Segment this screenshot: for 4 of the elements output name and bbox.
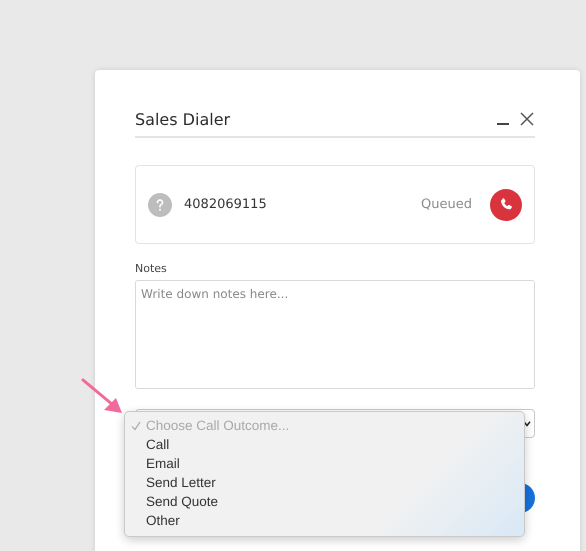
notes-label: Notes (135, 262, 168, 275)
dialog-title: Sales Dialer (135, 110, 232, 128)
phone-number: 4082069115 (184, 197, 268, 212)
call-status: Queued (421, 197, 472, 212)
